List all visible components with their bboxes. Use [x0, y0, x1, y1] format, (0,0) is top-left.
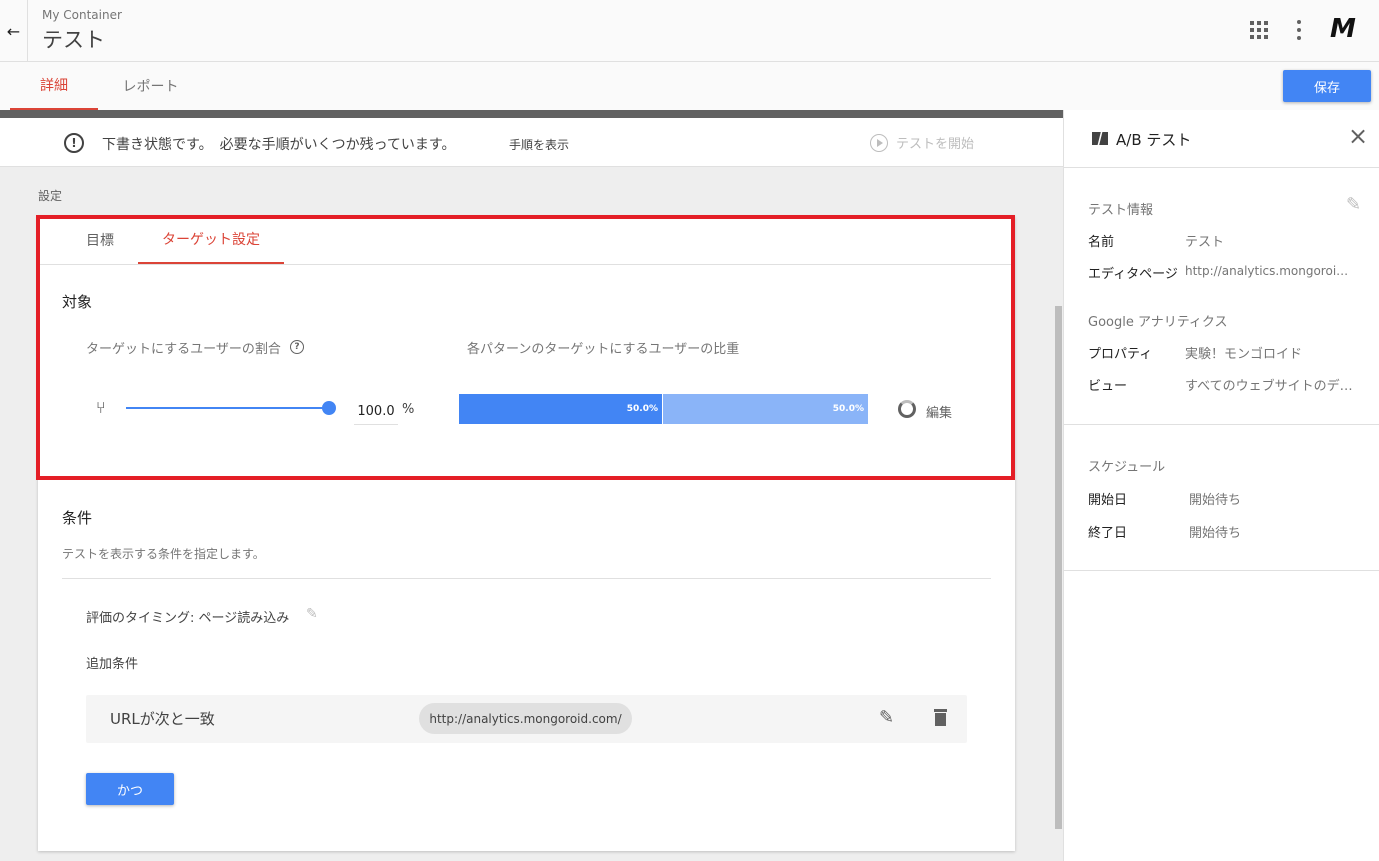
help-icon[interactable]: ? [290, 340, 304, 354]
user-ratio-slider[interactable] [126, 407, 330, 409]
top-bar: ← My Container テスト M [0, 0, 1379, 62]
page-title: テスト [42, 28, 105, 52]
evaluation-timing: 評価のタイミング: ページ読み込み [86, 611, 290, 626]
test-info-heading: テスト情報 [1088, 203, 1154, 218]
end-date-value: 開始待ち [1189, 526, 1242, 541]
conditions-divider [62, 578, 991, 579]
save-button[interactable]: 保存 [1283, 70, 1371, 102]
property-value: 実験！モンゴロイド [1185, 347, 1303, 362]
delete-rule-icon[interactable] [934, 709, 947, 726]
weight-segment-original[interactable]: 50.0% [459, 394, 663, 424]
settings-section-label: 設定 [38, 189, 63, 203]
panel-header: A/B テスト × [1064, 110, 1379, 168]
main-tab-bar: 詳細 レポート 保存 [0, 62, 1379, 110]
schedule-heading: スケジュール [1088, 460, 1166, 475]
apps-grid-icon[interactable] [1250, 21, 1268, 39]
edit-weights-link[interactable]: 編集 [926, 402, 952, 421]
rule-value-chip[interactable]: http://analytics.mongoroid.com/ [419, 703, 632, 734]
show-steps-link[interactable]: 手順を表示 [509, 136, 569, 153]
user-ratio-label: ターゲットにするユーザーの割合 [86, 342, 281, 357]
conditions-heading: 条件 [62, 509, 93, 527]
end-date-key: 終了日 [1088, 526, 1128, 541]
google-analytics-heading: Google アナリティクス [1088, 315, 1228, 330]
draft-status-text: 下書き状態です。 必要な手順がいくつか残っています。 [102, 137, 456, 153]
user-ratio-input[interactable] [354, 399, 398, 425]
tab-goal[interactable]: 目標 [68, 216, 132, 264]
tab-report[interactable]: レポート [108, 62, 193, 110]
back-arrow-icon[interactable]: ← [0, 0, 28, 62]
editor-page-value: http://analytics.mongoroid.com/ [1185, 264, 1355, 278]
tab-targeting[interactable]: ターゲット設定 [138, 216, 284, 264]
account-logo[interactable]: M [1330, 14, 1356, 44]
panel-divider [1064, 570, 1379, 571]
start-date-key: 開始日 [1088, 493, 1128, 508]
name-key: 名前 [1088, 235, 1115, 250]
extra-conditions-label: 追加条件 [86, 657, 139, 672]
start-test-label: テストを開始 [896, 137, 975, 152]
condition-rule-row: URLが次と一致 http://analytics.mongoroid.com/… [86, 695, 967, 743]
name-value: テスト [1185, 235, 1225, 250]
more-vert-icon[interactable] [1295, 20, 1303, 40]
user-ratio-slider-thumb[interactable] [322, 401, 336, 415]
edit-rule-icon[interactable]: ✎ [879, 707, 894, 728]
main-scrollbar[interactable] [1055, 306, 1062, 829]
play-circle-icon [870, 133, 888, 152]
conditions-description: テストを表示する条件を指定します。 [62, 547, 265, 561]
panel-title: A/B テスト [1116, 131, 1192, 149]
start-test-button[interactable]: テストを開始 [870, 133, 974, 152]
targeting-heading: 対象 [62, 293, 93, 311]
view-value: すべてのウェブサイトのデータ [1185, 379, 1355, 394]
tab-details[interactable]: 詳細 [10, 62, 98, 110]
editor-page-key: エディタページ [1088, 267, 1178, 282]
donut-chart-icon[interactable] [898, 400, 916, 418]
and-condition-button[interactable]: かつ [86, 773, 174, 805]
start-date-value: 開始待ち [1189, 493, 1242, 508]
container-name: My Container [42, 8, 122, 22]
info-alert-icon: ! [64, 133, 84, 153]
divider-bar [0, 110, 1063, 118]
draft-banner: ! 下書き状態です。 必要な手順がいくつか残っています。 手順を表示 テストを開… [0, 118, 1063, 167]
ab-test-icon [1092, 132, 1108, 145]
property-key: プロパティ [1088, 347, 1153, 362]
variant-weight-label: 各パターンのターゲットにするユーザーの比重 [467, 342, 740, 357]
view-key: ビュー [1088, 379, 1128, 394]
fork-split-icon: ⑂ [96, 398, 106, 417]
weight-segment-variant[interactable]: 50.0% [663, 394, 868, 424]
edit-pencil-icon[interactable]: ✎ [306, 606, 318, 622]
close-icon[interactable]: × [1348, 124, 1368, 148]
panel-divider [1064, 424, 1379, 425]
card-tabs-divider [38, 264, 1015, 265]
edit-test-info-icon[interactable]: ✎ [1346, 194, 1361, 215]
rule-label: URLが次と一致 [110, 710, 215, 728]
settings-card: 目標 ターゲット設定 対象 ターゲットにするユーザーの割合 ? 各パターンのター… [38, 216, 1015, 851]
variant-weight-bar: 50.0% 50.0% [459, 394, 868, 424]
percent-unit: % [402, 402, 415, 417]
test-info-panel: A/B テスト × テスト情報 ✎ 名前 テスト エディタページ http://… [1063, 110, 1379, 861]
